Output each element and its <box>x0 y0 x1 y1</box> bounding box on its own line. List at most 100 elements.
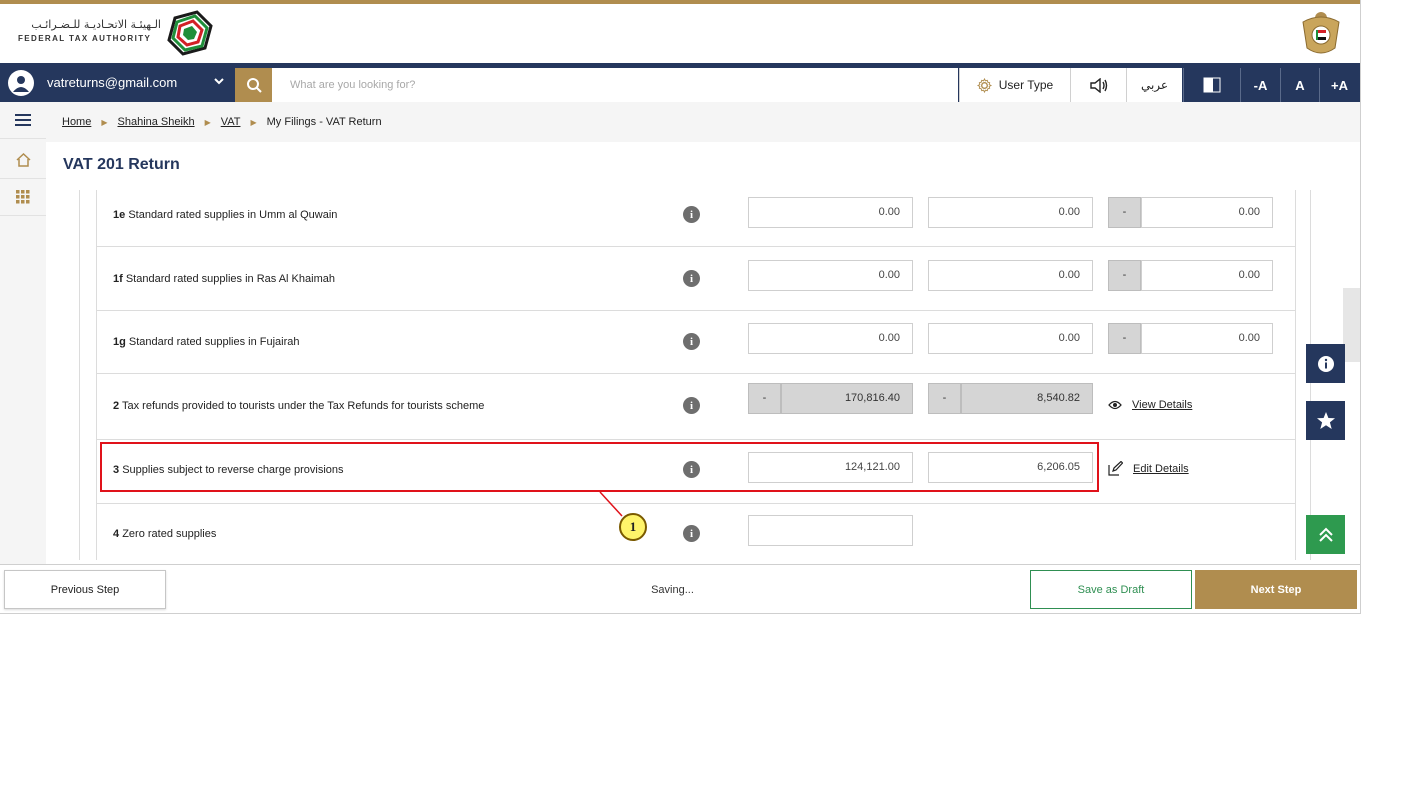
language-toggle-button[interactable]: عربي <box>1126 68 1182 102</box>
info-icon[interactable]: i <box>683 270 700 287</box>
amount-field[interactable]: 0.00 <box>748 260 913 291</box>
row-label: 1f Standard rated supplies in Ras Al Kha… <box>113 273 335 285</box>
search-input[interactable] <box>272 68 958 102</box>
user-email: vatreturns@gmail.com <box>47 75 178 90</box>
adjustment-dash: - <box>1108 260 1141 291</box>
user-type-label: User Type <box>998 78 1054 92</box>
user-avatar-icon <box>8 69 34 96</box>
annotation-callout-badge: 1 <box>619 513 647 541</box>
row-label: 1g Standard rated supplies in Fujairah <box>113 336 300 348</box>
home-icon <box>15 153 31 167</box>
edit-details-link[interactable]: Edit Details <box>1108 461 1189 476</box>
adjustment-field[interactable]: 0.00 <box>1141 260 1273 291</box>
saving-status: Saving... <box>651 584 694 596</box>
info-float-button[interactable] <box>1306 344 1345 383</box>
favorites-float-button[interactable] <box>1306 401 1345 440</box>
fta-logo-icon[interactable] <box>165 8 215 58</box>
row-label: 2 Tax refunds provided to tourists under… <box>113 400 484 412</box>
row-code: 1e <box>113 209 126 221</box>
annotation-highlight-box <box>100 442 1099 492</box>
hamburger-icon <box>15 114 31 126</box>
uae-emblem-icon <box>1302 12 1340 54</box>
row-label: 1e Standard rated supplies in Umm al Quw… <box>113 209 337 221</box>
amount-field: 170,816.40 <box>781 383 913 414</box>
amount-dash: - <box>748 383 781 414</box>
info-icon[interactable]: i <box>683 206 700 223</box>
font-decrease-button[interactable]: -A <box>1240 68 1280 102</box>
user-account-menu[interactable]: vatreturns@gmail.com <box>0 63 234 102</box>
edit-icon <box>1108 461 1123 476</box>
grid-icon <box>16 190 30 204</box>
search-button[interactable] <box>235 68 272 102</box>
view-details-link[interactable]: View Details <box>1108 399 1192 411</box>
breadcrumb-arrow-icon: ▶ <box>250 117 257 127</box>
table-row: 1e Standard rated supplies in Umm al Quw… <box>97 190 1295 247</box>
user-type-button[interactable]: User Type <box>959 68 1070 102</box>
vat-return-app: الـهيئـة الاتحـاديـة للـضـرائـب FEDERAL … <box>0 0 1361 614</box>
row-description: Zero rated supplies <box>122 528 217 540</box>
vat-dash: - <box>928 383 961 414</box>
table-row: 1f Standard rated supplies in Ras Al Kha… <box>97 247 1295 311</box>
gear-icon <box>976 77 992 93</box>
contrast-toggle-button[interactable] <box>1183 68 1239 102</box>
wizard-footer: Previous Step Saving... Save as Draft Ne… <box>0 564 1360 613</box>
row-label: 4 Zero rated supplies <box>113 528 216 540</box>
adjustment-field[interactable]: 0.00 <box>1141 323 1273 354</box>
row-code: 1g <box>113 336 126 348</box>
amount-field[interactable] <box>748 515 913 546</box>
star-icon <box>1316 412 1335 429</box>
breadcrumb-arrow-icon: ▶ <box>101 117 108 127</box>
sidebar-item-apps[interactable] <box>0 179 46 216</box>
scroll-top-button[interactable] <box>1306 515 1345 554</box>
info-icon[interactable]: i <box>683 397 700 414</box>
previous-step-button[interactable]: Previous Step <box>4 570 166 609</box>
info-circle-icon <box>1317 355 1334 372</box>
scrollbar[interactable] <box>1343 288 1360 362</box>
edit-details-label: Edit Details <box>1133 462 1189 475</box>
row-code: 4 <box>113 528 120 540</box>
sidebar-item-home[interactable] <box>0 142 46 179</box>
adjustment-dash: - <box>1108 323 1141 354</box>
amount-field[interactable]: 0.00 <box>748 197 913 228</box>
table-row: 4 Zero rated supplies i <box>97 504 1295 568</box>
contrast-icon <box>1203 77 1220 93</box>
site-header: الـهيئـة الاتحـاديـة للـضـرائـب FEDERAL … <box>0 4 1360 62</box>
top-toolbar: vatreturns@gmail.com User Type عربي -A A… <box>0 63 1360 102</box>
fta-name-english: FEDERAL TAX AUTHORITY <box>18 34 152 43</box>
vat-field[interactable]: 0.00 <box>928 197 1093 228</box>
breadcrumb-home-link[interactable]: Home <box>62 116 91 128</box>
row-code: 2 <box>113 400 120 412</box>
search-icon <box>246 78 262 93</box>
amount-field[interactable]: 0.00 <box>748 323 913 354</box>
view-details-label: View Details <box>1132 399 1193 411</box>
vat-field[interactable]: 0.00 <box>928 260 1093 291</box>
breadcrumb-user-link[interactable]: Shahina Sheikh <box>118 116 195 128</box>
vat-field[interactable]: 0.00 <box>928 323 1093 354</box>
fta-name-arabic: الـهيئـة الاتحـاديـة للـضـرائـب <box>31 18 161 31</box>
row-description: Standard rated supplies in Ras Al Khaima… <box>125 273 335 285</box>
next-step-button[interactable]: Next Step <box>1195 570 1357 609</box>
eye-icon <box>1108 400 1122 410</box>
adjustment-dash: - <box>1108 197 1141 228</box>
left-sidebar <box>0 102 46 564</box>
row-code: 1f <box>113 273 123 285</box>
chevron-down-icon[interactable] <box>213 75 225 87</box>
info-icon[interactable]: i <box>683 333 700 350</box>
breadcrumb: Home ▶ Shahina Sheikh ▶ VAT ▶ My Filings… <box>46 102 1360 142</box>
adjustment-field[interactable]: 0.00 <box>1141 197 1273 228</box>
table-row: 2 Tax refunds provided to tourists under… <box>97 374 1295 440</box>
info-icon[interactable]: i <box>683 525 700 542</box>
font-reset-button[interactable]: A <box>1280 68 1319 102</box>
breadcrumb-vat-link[interactable]: VAT <box>221 116 241 128</box>
row-description: Tax refunds provided to tourists under t… <box>121 400 485 412</box>
row-description: Standard rated supplies in Fujairah <box>128 336 300 348</box>
menu-toggle[interactable] <box>0 102 46 139</box>
double-chevron-up-icon <box>1318 527 1333 542</box>
screen-reader-button[interactable] <box>1070 68 1126 102</box>
font-increase-button[interactable]: +A <box>1319 68 1359 102</box>
save-draft-button[interactable]: Save as Draft <box>1030 570 1192 609</box>
vat-field: 8,540.82 <box>961 383 1093 414</box>
form-panel: 1e Standard rated supplies in Umm al Quw… <box>79 190 1311 560</box>
breadcrumb-current: My Filings - VAT Return <box>266 116 382 128</box>
speaker-icon <box>1089 77 1107 93</box>
